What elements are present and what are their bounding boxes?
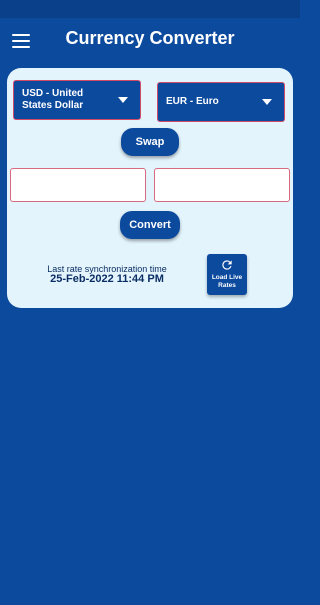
from-amount-input[interactable]	[10, 168, 146, 202]
status-bar	[0, 0, 300, 18]
page-title: Currency Converter	[65, 28, 235, 48]
load-live-rates-label: Load Live Rates	[211, 274, 243, 289]
swap-button[interactable]: Swap	[121, 128, 179, 156]
app-bar: Currency Converter	[0, 18, 300, 62]
sync-time-value: 25-Feb-2022 11:44 PM	[50, 273, 164, 285]
to-currency-label: EUR - Euro	[166, 96, 219, 107]
load-live-rates-button[interactable]: Load Live Rates	[207, 254, 247, 295]
from-currency-select[interactable]: USD - United States Dollar	[13, 80, 141, 120]
to-currency-select[interactable]: EUR - Euro	[157, 82, 285, 122]
converter-card: USD - United States Dollar EUR - Euro Sw…	[7, 68, 293, 308]
to-amount-input[interactable]	[154, 168, 290, 202]
from-currency-label: USD - United States Dollar	[22, 88, 84, 111]
chevron-down-icon	[262, 99, 272, 105]
convert-button[interactable]: Convert	[120, 211, 180, 239]
refresh-icon	[222, 260, 232, 270]
chevron-down-icon	[118, 97, 128, 103]
